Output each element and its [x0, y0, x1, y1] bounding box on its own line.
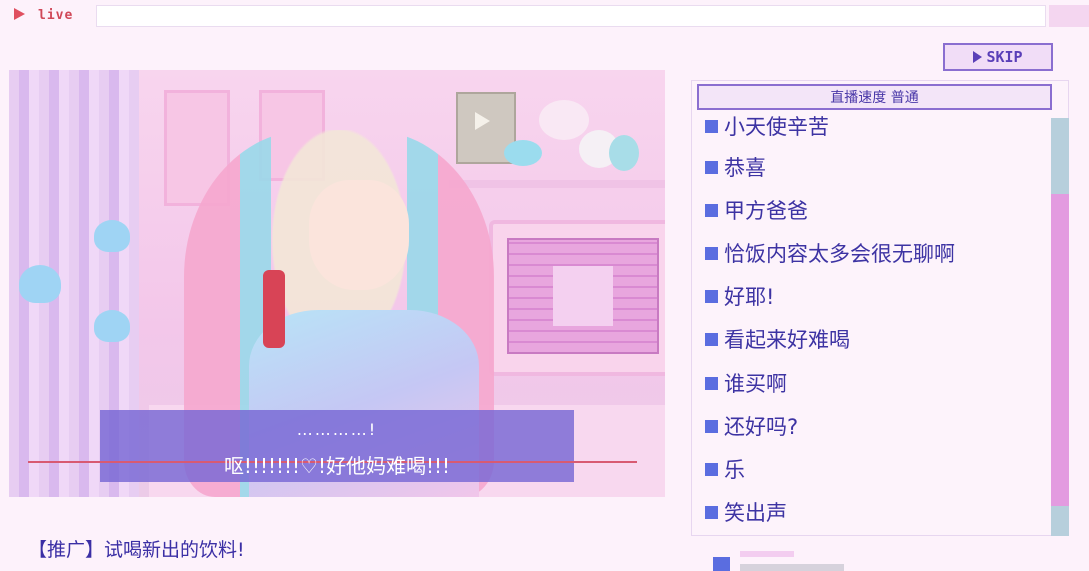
message-preview-bar — [740, 564, 844, 571]
subtitle-line-2: 呕!!!!!!!♡!好他妈难喝!!! — [223, 454, 451, 478]
bullet-icon — [705, 462, 718, 476]
chat-message: 甲方爸爸 — [705, 195, 808, 225]
bullet-icon — [705, 203, 718, 217]
character-face — [309, 180, 409, 290]
plush-toy — [504, 140, 542, 166]
stream-caption: 【推广】试喝新出的饮料! — [28, 539, 245, 561]
message-preview-bar — [740, 551, 794, 557]
bullet-icon — [705, 160, 718, 174]
plush-toy — [609, 135, 639, 171]
top-bar: live — [0, 0, 1089, 34]
live-play-icon — [14, 8, 25, 20]
monitor-screen — [507, 238, 659, 354]
bullet-icon — [713, 557, 730, 571]
address-bar[interactable] — [96, 5, 1046, 27]
chat-message: 好耶! — [705, 281, 774, 311]
bullet-icon — [705, 332, 718, 346]
subtitle-line-1: …………! — [296, 420, 378, 439]
chat-message: 还好吗? — [705, 411, 798, 441]
bullet-icon — [705, 376, 718, 390]
chat-message: 小天使辛苦 — [705, 112, 829, 141]
plush-toy — [539, 100, 589, 140]
pc-monitor — [489, 220, 665, 376]
scrollbar-down-segment[interactable] — [1051, 506, 1069, 536]
heart-decoration — [94, 220, 130, 252]
bullet-icon — [705, 505, 718, 519]
scrollbar-up-segment[interactable] — [1051, 118, 1069, 194]
bullet-icon — [705, 419, 718, 433]
bullet-icon — [705, 289, 718, 303]
drink-can — [263, 270, 285, 348]
heart-decoration — [94, 310, 130, 342]
heart-decoration — [19, 265, 61, 303]
skip-button[interactable]: SKIP — [943, 43, 1053, 71]
chat-message: 恰饭内容太多会很无聊啊 — [705, 238, 955, 268]
chat-message: 谁买啊 — [705, 368, 787, 398]
address-bar-end — [1049, 5, 1089, 27]
bullet-icon — [705, 119, 718, 133]
chat-message: 乐 — [705, 454, 745, 484]
chat-list[interactable]: 小天使辛苦 恭喜 甲方爸爸 恰饭内容太多会很无聊啊 好耶! 看起来好难喝 谁买啊… — [693, 112, 1051, 536]
chat-speed-header[interactable]: 直播速度 普通 — [697, 84, 1052, 110]
chat-message: 看起来好难喝 — [705, 324, 850, 354]
live-label: live — [38, 8, 74, 23]
skip-label: SKIP — [986, 48, 1023, 66]
chat-message: 恭喜 — [705, 152, 766, 182]
shelf — [449, 180, 665, 188]
bullet-icon — [705, 246, 718, 260]
skip-arrow-icon — [973, 51, 983, 63]
chat-message: 笑出声 — [705, 497, 787, 527]
